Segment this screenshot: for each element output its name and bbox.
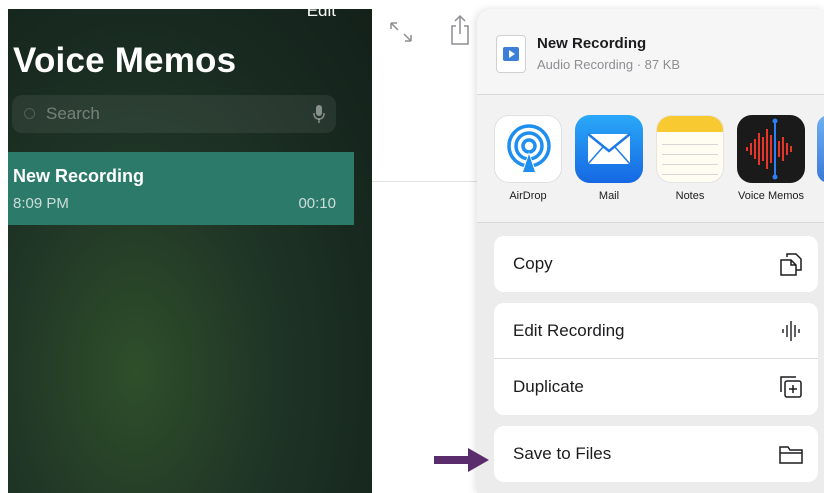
save-to-files-action[interactable]: Save to Files <box>494 426 818 482</box>
share-app-notes[interactable]: Notes <box>650 115 730 202</box>
share-app-mail[interactable]: Mail <box>569 115 649 202</box>
search-placeholder: Search <box>46 104 100 123</box>
action-group-edit: Edit Recording Duplicate <box>494 303 818 415</box>
recording-list-item[interactable]: New Recording 8:09 PM 00:10 <box>8 152 354 225</box>
edit-recording-label: Edit Recording <box>513 321 625 340</box>
file-name: New Recording <box>537 35 647 52</box>
share-app-partial[interactable] <box>817 115 824 183</box>
share-icon[interactable] <box>449 14 471 46</box>
duplicate-label: Duplicate <box>513 377 584 396</box>
app-label: AirDrop <box>509 190 547 202</box>
folder-icon <box>779 446 803 464</box>
search-icon <box>24 108 35 119</box>
share-sheet-header: New Recording Audio Recording · 87 KB <box>477 9 824 95</box>
waveform-icon <box>782 321 800 341</box>
search-field[interactable]: Search <box>12 95 336 133</box>
airdrop-icon <box>494 115 562 183</box>
expand-icon[interactable] <box>388 20 414 44</box>
app-label: Notes <box>675 190 705 202</box>
share-apps-row: AirDrop Mail Notes Voice Memos <box>477 95 824 223</box>
edit-recording-action[interactable]: Edit Recording <box>494 303 818 359</box>
edit-button[interactable]: Edit <box>307 9 336 21</box>
audio-file-icon <box>496 35 526 73</box>
copy-action[interactable]: Copy <box>494 236 818 292</box>
duplicate-icon <box>780 376 802 398</box>
voice-memos-icon <box>737 115 805 183</box>
share-sheet: New Recording Audio Recording · 87 KB Ai… <box>477 9 824 493</box>
page-title: Voice Memos <box>13 41 237 80</box>
divider <box>372 181 482 182</box>
app-label: Mail <box>598 190 620 202</box>
mail-icon <box>575 115 643 183</box>
share-app-voice-memos[interactable]: Voice Memos <box>731 115 811 202</box>
copy-label: Copy <box>513 254 553 273</box>
recording-duration: 00:10 <box>298 195 336 212</box>
save-to-files-label: Save to Files <box>513 444 612 463</box>
duplicate-action[interactable]: Duplicate <box>494 359 818 415</box>
app-label: Voice Memos <box>737 190 805 202</box>
notes-icon <box>656 115 724 183</box>
voice-memos-sidebar: Edit Voice Memos Search New Recording 8:… <box>8 9 372 493</box>
copy-icon <box>780 253 802 276</box>
annotation-arrow-icon <box>434 448 489 472</box>
action-group-copy: Copy <box>494 236 818 292</box>
file-meta: Audio Recording · 87 KB <box>537 57 681 72</box>
share-app-airdrop[interactable]: AirDrop <box>488 115 568 202</box>
recording-time: 8:09 PM <box>13 195 69 212</box>
microphone-icon[interactable] <box>312 104 326 124</box>
action-group-save: Save to Files <box>494 426 818 482</box>
recording-title: New Recording <box>13 166 145 186</box>
